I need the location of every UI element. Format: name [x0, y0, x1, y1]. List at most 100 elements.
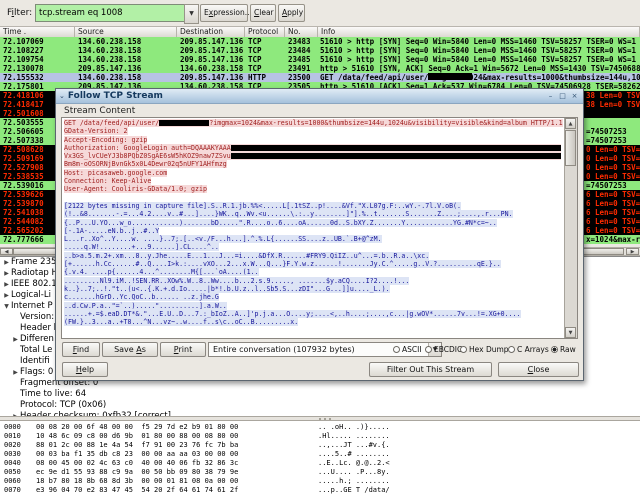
stream-line: Host: picasaweb.google.com [64, 168, 168, 177]
stream-line: Connection: Keep-Alive [64, 177, 152, 186]
packet-row[interactable]: 72.108227 134.60.238.158 209.85.147.136 TCP… [0, 46, 640, 55]
packet-row[interactable]: 72.109754 134.60.238.158 209.85.147.136 TCP… [0, 55, 640, 64]
hex-row[interactable]: 0050 ec 9e d1 55 93 88 c9 9a 00 50 bb 09 … [0, 468, 640, 477]
stream-line: [2122 bytes missing in capture file].S..… [64, 201, 461, 210]
tree-item-label: Version: [20, 312, 55, 322]
stream-line: (FW.}..3...a..+T8...^N...vz~..w....f..s\… [64, 318, 299, 327]
close-button[interactable]: Close [498, 362, 579, 377]
save-as-button[interactable]: Save As [102, 342, 158, 357]
column-header-info[interactable]: Info [318, 27, 640, 37]
redaction-box [428, 73, 473, 80]
tree-item[interactable]: Time to live: 64 [0, 389, 640, 400]
hex-row[interactable]: 0020 88 01 2c 00 88 1e 4a 54 f7 91 00 23 … [0, 441, 640, 450]
vscrollbar-thumb[interactable] [565, 130, 576, 166]
filter-out-stream-button[interactable]: Filter Out This Stream [369, 362, 492, 377]
radio-hex-dump[interactable]: Hex Dump [460, 344, 509, 356]
tree-item-label: Total Le [20, 345, 53, 355]
hex-row[interactable]: 0010 10 48 6c 09 c8 00 d6 9b 01 80 00 88 … [0, 432, 640, 441]
redaction-box [230, 153, 561, 160]
scroll-down-icon[interactable]: ▼ [565, 327, 576, 338]
stream-vscrollbar[interactable]: ▲ ▼ [564, 118, 577, 338]
stream-line: {.v.4. ....p{......4...^........M{[...`o… [64, 268, 259, 277]
column-header-source[interactable]: Source [75, 27, 177, 37]
tree-item[interactable]: Protocol: TCP (0x06) [0, 400, 640, 411]
radio-label: Raw [560, 345, 576, 354]
collapsed-arrow-icon[interactable]: ▶ [2, 257, 11, 268]
hex-row[interactable]: 0040 08 00 45 00 02 4c 63 c0 40 00 40 06 … [0, 459, 640, 468]
radio-label: Hex Dump [469, 345, 509, 354]
column-header-no[interactable]: No. [285, 27, 318, 37]
clear-button[interactable]: Clear [250, 4, 276, 22]
stream-line: (!..&8.......-.=...4.2....v..#...]....}W… [64, 210, 513, 219]
radio-ascii[interactable]: ASCII [393, 344, 422, 356]
dialog-titlebar[interactable]: ⌄ Follow TCP Stream – □ × [56, 89, 583, 104]
expanded-arrow-icon[interactable]: ▼ [2, 301, 11, 312]
radio-label: ASCII [402, 345, 422, 354]
filter-dropdown-icon[interactable]: ▼ [184, 4, 199, 24]
hex-dump-pane: 0000 00 08 20 00 6f 48 00 00 f5 29 7d e2 … [0, 421, 640, 495]
packet-row[interactable]: 72.155532 134.60.238.158 209.85.147.136 HTT… [0, 73, 640, 82]
collapsed-arrow-icon[interactable]: ▶ [11, 334, 20, 345]
scroll-left-icon[interactable]: ◀ [0, 248, 13, 255]
radio-button-icon[interactable] [393, 346, 400, 353]
collapsed-arrow-icon[interactable]: ▶ [2, 279, 11, 290]
apply-button[interactable]: Apply [278, 4, 305, 22]
tree-item-label: Logical-Li [11, 290, 51, 300]
wireshark-window: Filter: tcp.stream eq 1008 ▼ Expression.… [0, 0, 640, 495]
tree-item-label: Internet P [11, 301, 53, 311]
stream-line: [-.1A-.....eN.b..j..#..Y [64, 226, 160, 235]
column-header-destination[interactable]: Destination [177, 27, 245, 37]
radio-button-icon[interactable] [551, 346, 558, 353]
radio-button-icon[interactable] [425, 346, 432, 353]
tree-item-label: Protocol: TCP (0x06) [20, 400, 107, 410]
hex-row[interactable]: 0070 e3 96 04 70 e2 83 47 45 54 20 2f 64 … [0, 486, 640, 495]
hex-row[interactable]: 0030 00 03 ba f1 35 db c8 23 00 00 aa aa … [0, 450, 640, 459]
conversation-range-value: Entire conversation (107932 bytes) [213, 345, 355, 354]
radio-ebcdic[interactable]: EBCDIC [425, 344, 462, 356]
stream-content-area[interactable]: GET /data/feed/api/user/?imgmax=1024&max… [61, 117, 578, 339]
tree-item-label: Differen [20, 334, 54, 344]
filter-label: Filter: [7, 8, 33, 18]
stream-line: GET /data/feed/api/user/?imgmax=1024&max… [64, 119, 563, 127]
hex-row[interactable]: 0060 18 b7 80 18 8b 68 8d 3b 00 00 01 81 … [0, 477, 640, 486]
expression-button[interactable]: Expression... [200, 4, 252, 22]
filter-input[interactable]: tcp.stream eq 1008 [35, 4, 189, 22]
scroll-right-icon[interactable]: ▶ [626, 248, 639, 255]
redaction-box [159, 120, 210, 126]
radio-button-icon[interactable] [460, 346, 467, 353]
scroll-up-icon[interactable]: ▲ [565, 118, 576, 129]
close-icon[interactable]: × [570, 92, 579, 101]
collapsed-arrow-icon[interactable]: ▶ [11, 367, 20, 378]
follow-tcp-stream-dialog: ⌄ Follow TCP Stream – □ × Stream Content… [55, 88, 584, 381]
tree-item-label: Flags: 0 [20, 367, 54, 377]
stream-line: Accept-Encoding: gzip [64, 135, 148, 144]
redaction-box [230, 144, 561, 151]
packet-row[interactable]: 72.130078 209.85.147.136 134.60.238.158 TCP… [0, 64, 640, 73]
hex-row[interactable]: 0000 00 08 20 00 6f 48 00 00 f5 29 7d e2 … [0, 423, 640, 432]
splitter-grip-icon [318, 418, 332, 420]
help-button[interactable]: Help [62, 362, 108, 377]
minimize-icon[interactable]: – [546, 92, 555, 101]
column-header-protocol[interactable]: Protocol [245, 27, 285, 37]
find-button[interactable]: Find [62, 342, 100, 357]
collapsed-arrow-icon[interactable]: ▶ [2, 290, 11, 301]
tree-item-label: Radiotap H [11, 268, 58, 278]
print-button[interactable]: Print [160, 342, 206, 357]
stream-content-label: Stream Content [64, 106, 136, 116]
stream-line: ......+.=$.eaD.DT*&."...E.U..D...7.:_bIo… [64, 309, 521, 318]
radio-c-arrays[interactable]: C Arrays [508, 344, 549, 356]
packet-row[interactable]: 72.107069 134.60.238.158 209.85.147.136 TCP… [0, 37, 640, 46]
stream-line: ..b>a.5.m.2+.xm...8..y.Jhe.....E...1...J… [64, 251, 430, 260]
radio-button-icon[interactable] [508, 346, 515, 353]
stream-line: c.......hGrD..Yc.QoC..b...... ..z.jhe.G [64, 293, 219, 302]
stream-line [64, 194, 563, 202]
tree-item-label: Identifi [20, 356, 50, 366]
column-header-time[interactable]: Time . [0, 27, 75, 37]
radio-raw[interactable]: Raw [551, 344, 576, 356]
stream-line: Authorization: GoogleLogin auth=DQAAAKYA… [64, 143, 563, 152]
filter-toolbar: Filter: tcp.stream eq 1008 ▼ Expression.… [0, 0, 640, 27]
maximize-icon[interactable]: □ [558, 92, 567, 101]
stream-line: Vx3GS_lvCUeYJ3b8PQbZ0SgAE6sW5hKOZ9naw7ZS… [64, 152, 563, 161]
stream-line: {..P...U.YO...w_o............).......bD.… [64, 218, 497, 227]
collapsed-arrow-icon[interactable]: ▶ [2, 268, 11, 279]
